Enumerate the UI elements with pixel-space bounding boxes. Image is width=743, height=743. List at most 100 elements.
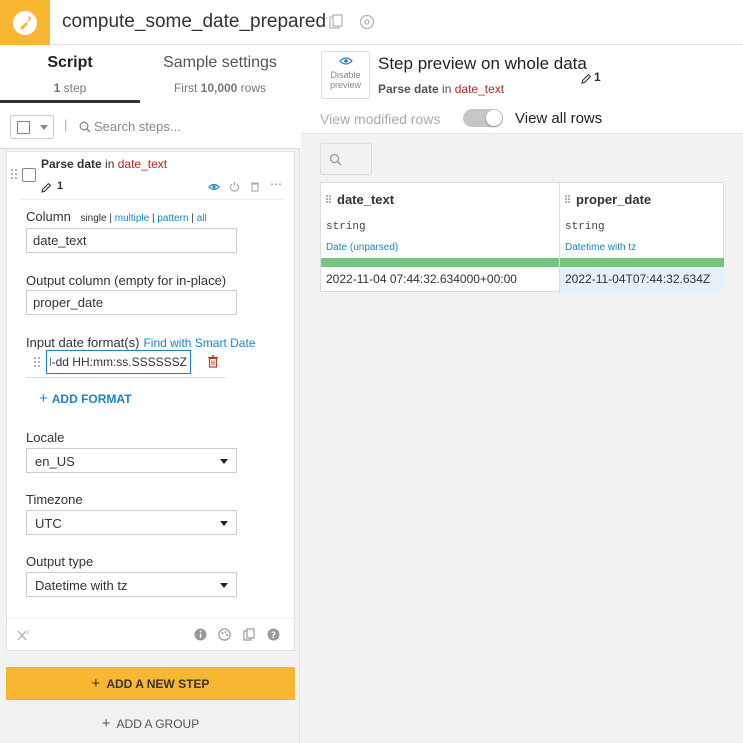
tab-script-label: Script bbox=[47, 54, 93, 71]
grid-search-button[interactable] bbox=[320, 143, 372, 175]
disable-preview-button[interactable]: Disable preview bbox=[321, 51, 370, 99]
mode-multiple[interactable]: multiple bbox=[115, 213, 149, 224]
add-group-button[interactable]: + ADD A GROUP bbox=[6, 715, 295, 732]
view-all-rows-label[interactable]: View all rows bbox=[515, 110, 602, 127]
step-comment-count: 1 bbox=[57, 180, 64, 192]
help-icon[interactable]: ? bbox=[267, 628, 280, 646]
pencil-icon bbox=[41, 180, 52, 198]
recipe-title[interactable]: compute_some_date_prepared bbox=[62, 11, 326, 33]
step-name: Parse date bbox=[41, 157, 102, 171]
chevron-down-icon bbox=[220, 521, 228, 526]
add-new-step-button[interactable]: + ADD A NEW STEP bbox=[6, 667, 295, 700]
svg-text:?: ? bbox=[271, 631, 276, 641]
output-column-input[interactable] bbox=[26, 290, 237, 315]
locale-select[interactable]: en_US bbox=[26, 448, 237, 473]
tab-sample-subtitle: First 10,000 rows bbox=[140, 81, 300, 95]
top-bar: compute_some_date_prepared bbox=[0, 0, 743, 45]
preview-header: Disable preview Step preview on whole da… bbox=[301, 45, 743, 134]
mode-pattern[interactable]: pattern bbox=[157, 213, 188, 224]
sample-row-count: 10,000 bbox=[200, 81, 238, 95]
output-type-value: Datetime with tz bbox=[35, 578, 128, 593]
ellipsis-icon[interactable]: ⋯ bbox=[270, 177, 282, 191]
date-format-input[interactable] bbox=[46, 350, 191, 374]
view-modified-rows-label[interactable]: View modified rows bbox=[320, 111, 440, 127]
mode-separator: | bbox=[191, 213, 194, 224]
step-title[interactable]: Parse date in date_text bbox=[41, 157, 167, 171]
steps-toolbar: | bbox=[0, 103, 300, 149]
table-cell[interactable]: 2022-11-04T07:44:32.634Z bbox=[560, 267, 724, 292]
search-icon bbox=[329, 153, 342, 166]
copy-icon[interactable] bbox=[329, 14, 345, 30]
preview-panel: Disable preview Step preview on whole da… bbox=[301, 45, 743, 743]
options-circle-icon[interactable] bbox=[359, 14, 375, 30]
preview-table: date_text string Date (unparsed) 2022-11… bbox=[320, 182, 724, 293]
column-meaning[interactable]: Datetime with tz bbox=[565, 242, 636, 253]
locale-label: Locale bbox=[26, 430, 65, 445]
table-cell[interactable]: 2022-11-04 07:44:32.634000+00:00 bbox=[321, 267, 559, 292]
power-icon[interactable] bbox=[229, 179, 240, 197]
preview-comment-count: 1 bbox=[594, 70, 601, 84]
column-mode-options: single | multiple | pattern | all bbox=[80, 213, 206, 224]
mode-all[interactable]: all bbox=[197, 213, 207, 224]
add-format-label: ADD FORMAT bbox=[51, 392, 132, 406]
rows-view-toggle[interactable] bbox=[463, 109, 503, 127]
column-header-name[interactable]: date_text bbox=[337, 192, 394, 207]
preview-column: date_text bbox=[454, 82, 505, 96]
preview-step-name: Parse date bbox=[378, 82, 439, 96]
column-date-text[interactable]: date_text string Date (unparsed) 2022-11… bbox=[321, 183, 560, 293]
panel-tabs: Script 1 step Sample settings First 10,0… bbox=[0, 45, 300, 103]
column-storage-type: string bbox=[326, 221, 366, 233]
column-storage-type: string bbox=[565, 221, 605, 233]
column-header-name[interactable]: proper_date bbox=[576, 192, 651, 207]
column-meaning[interactable]: Date (unparsed) bbox=[326, 242, 398, 253]
disable-line1: Disable bbox=[330, 70, 361, 80]
timezone-select[interactable]: UTC bbox=[26, 510, 237, 535]
column-label-row: Column single | multiple | pattern | all bbox=[26, 209, 207, 224]
column-drag-handle-icon[interactable] bbox=[565, 195, 573, 207]
close-x-icon[interactable]: 2 bbox=[17, 628, 29, 646]
tab-sample-label: Sample settings bbox=[163, 54, 277, 71]
eye-icon bbox=[322, 56, 369, 68]
mode-single[interactable]: single bbox=[80, 213, 106, 224]
preview-in: in bbox=[438, 82, 455, 96]
add-format-button[interactable]: + ADD FORMAT bbox=[39, 390, 132, 407]
preview-subtitle: Parse date in date_text bbox=[378, 82, 504, 96]
tab-script-subtitle: 1 step bbox=[0, 81, 140, 95]
palette-icon[interactable] bbox=[218, 628, 231, 646]
column-proper-date[interactable]: proper_date string Datetime with tz 2022… bbox=[560, 183, 724, 293]
step-in: in bbox=[101, 157, 118, 171]
copy-step-icon[interactable] bbox=[243, 628, 255, 646]
tab-script[interactable]: Script 1 step bbox=[0, 45, 140, 103]
sample-suffix: rows bbox=[237, 81, 267, 95]
add-new-step-label: ADD A NEW STEP bbox=[106, 677, 210, 691]
pencil-icon bbox=[581, 71, 592, 89]
mode-separator: | bbox=[151, 213, 155, 224]
output-type-select[interactable]: Datetime with tz bbox=[26, 572, 237, 597]
tab-sample-settings[interactable]: Sample settings First 10,000 rows bbox=[140, 45, 300, 103]
toolbar-divider: | bbox=[64, 117, 68, 132]
step-checkbox[interactable] bbox=[22, 168, 36, 182]
column-label: Column bbox=[26, 209, 71, 224]
eye-icon[interactable] bbox=[208, 179, 220, 197]
column-drag-handle-icon[interactable] bbox=[326, 195, 334, 207]
select-all-dropdown[interactable] bbox=[10, 115, 54, 139]
delete-format-icon[interactable] bbox=[207, 355, 219, 373]
column-input[interactable] bbox=[26, 228, 237, 253]
output-type-label: Output type bbox=[26, 554, 94, 569]
drag-handle-icon[interactable] bbox=[11, 169, 19, 181]
add-group-label: ADD A GROUP bbox=[116, 717, 200, 731]
trash-icon[interactable] bbox=[250, 179, 260, 197]
prepare-recipe-icon[interactable] bbox=[0, 0, 50, 45]
step-count-text: step bbox=[60, 81, 87, 95]
format-drag-handle-icon[interactable] bbox=[34, 357, 42, 369]
timezone-value: UTC bbox=[35, 516, 62, 531]
chevron-down-icon bbox=[220, 459, 228, 464]
search-steps-input[interactable] bbox=[94, 116, 284, 136]
disable-line2: preview bbox=[329, 80, 361, 90]
output-column-label: Output column (empty for in-place) bbox=[26, 273, 227, 288]
column-validity-bar bbox=[560, 258, 724, 267]
step-divider bbox=[19, 199, 285, 200]
info-icon[interactable] bbox=[194, 628, 207, 646]
timezone-label: Timezone bbox=[26, 492, 83, 507]
preview-title: Step preview on whole data bbox=[378, 54, 587, 73]
